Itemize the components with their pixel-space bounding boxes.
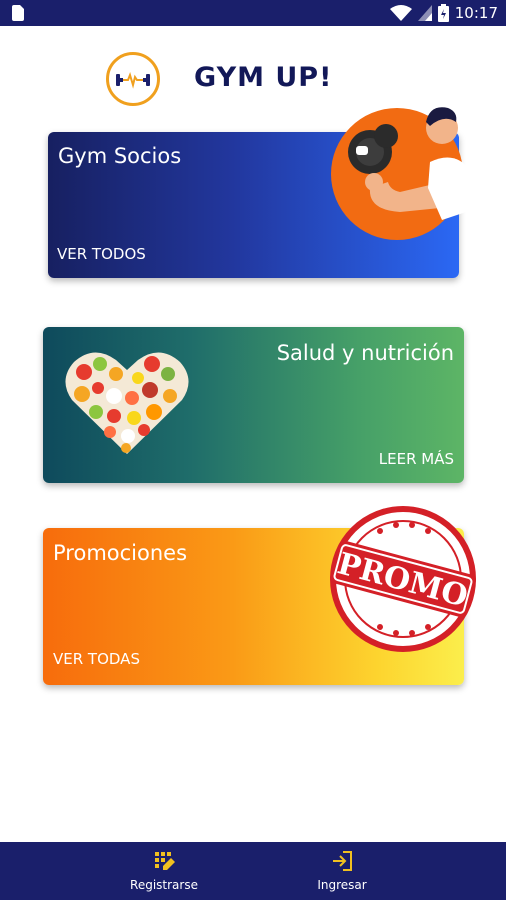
ver-todos-link[interactable]: VER TODOS (57, 245, 146, 263)
dumbbell-heartbeat-icon (116, 71, 150, 89)
salud-nutricion-title: Salud y nutrición (276, 341, 454, 365)
login-icon (333, 851, 352, 871)
wifi-icon (389, 5, 412, 21)
promo-stamp-icon: PROMO (330, 506, 476, 652)
app-title: GYM UP! (194, 62, 333, 93)
login-button[interactable]: Ingresar (282, 850, 402, 892)
weightlifter-illustration (331, 107, 472, 240)
app-logo (106, 52, 160, 106)
gym-socios-title: Gym Socios (58, 144, 182, 168)
register-label: Registrarse (130, 878, 198, 892)
battery-icon (437, 4, 449, 22)
ver-todas-link[interactable]: VER TODAS (53, 650, 140, 668)
register-icon (155, 852, 175, 870)
fruit-heart-illustration (65, 352, 189, 454)
leer-mas-link[interactable]: LEER MÁS (379, 450, 454, 468)
cell-signal-icon (417, 5, 432, 21)
sim-card-icon (12, 5, 24, 21)
status-time: 10:17 (454, 4, 498, 22)
status-bar: 10:17 (0, 0, 506, 26)
login-label: Ingresar (317, 878, 367, 892)
promociones-title: Promociones (53, 541, 188, 565)
bottom-nav: Registrarse Ingresar (0, 842, 506, 900)
register-button[interactable]: Registrarse (104, 850, 224, 892)
